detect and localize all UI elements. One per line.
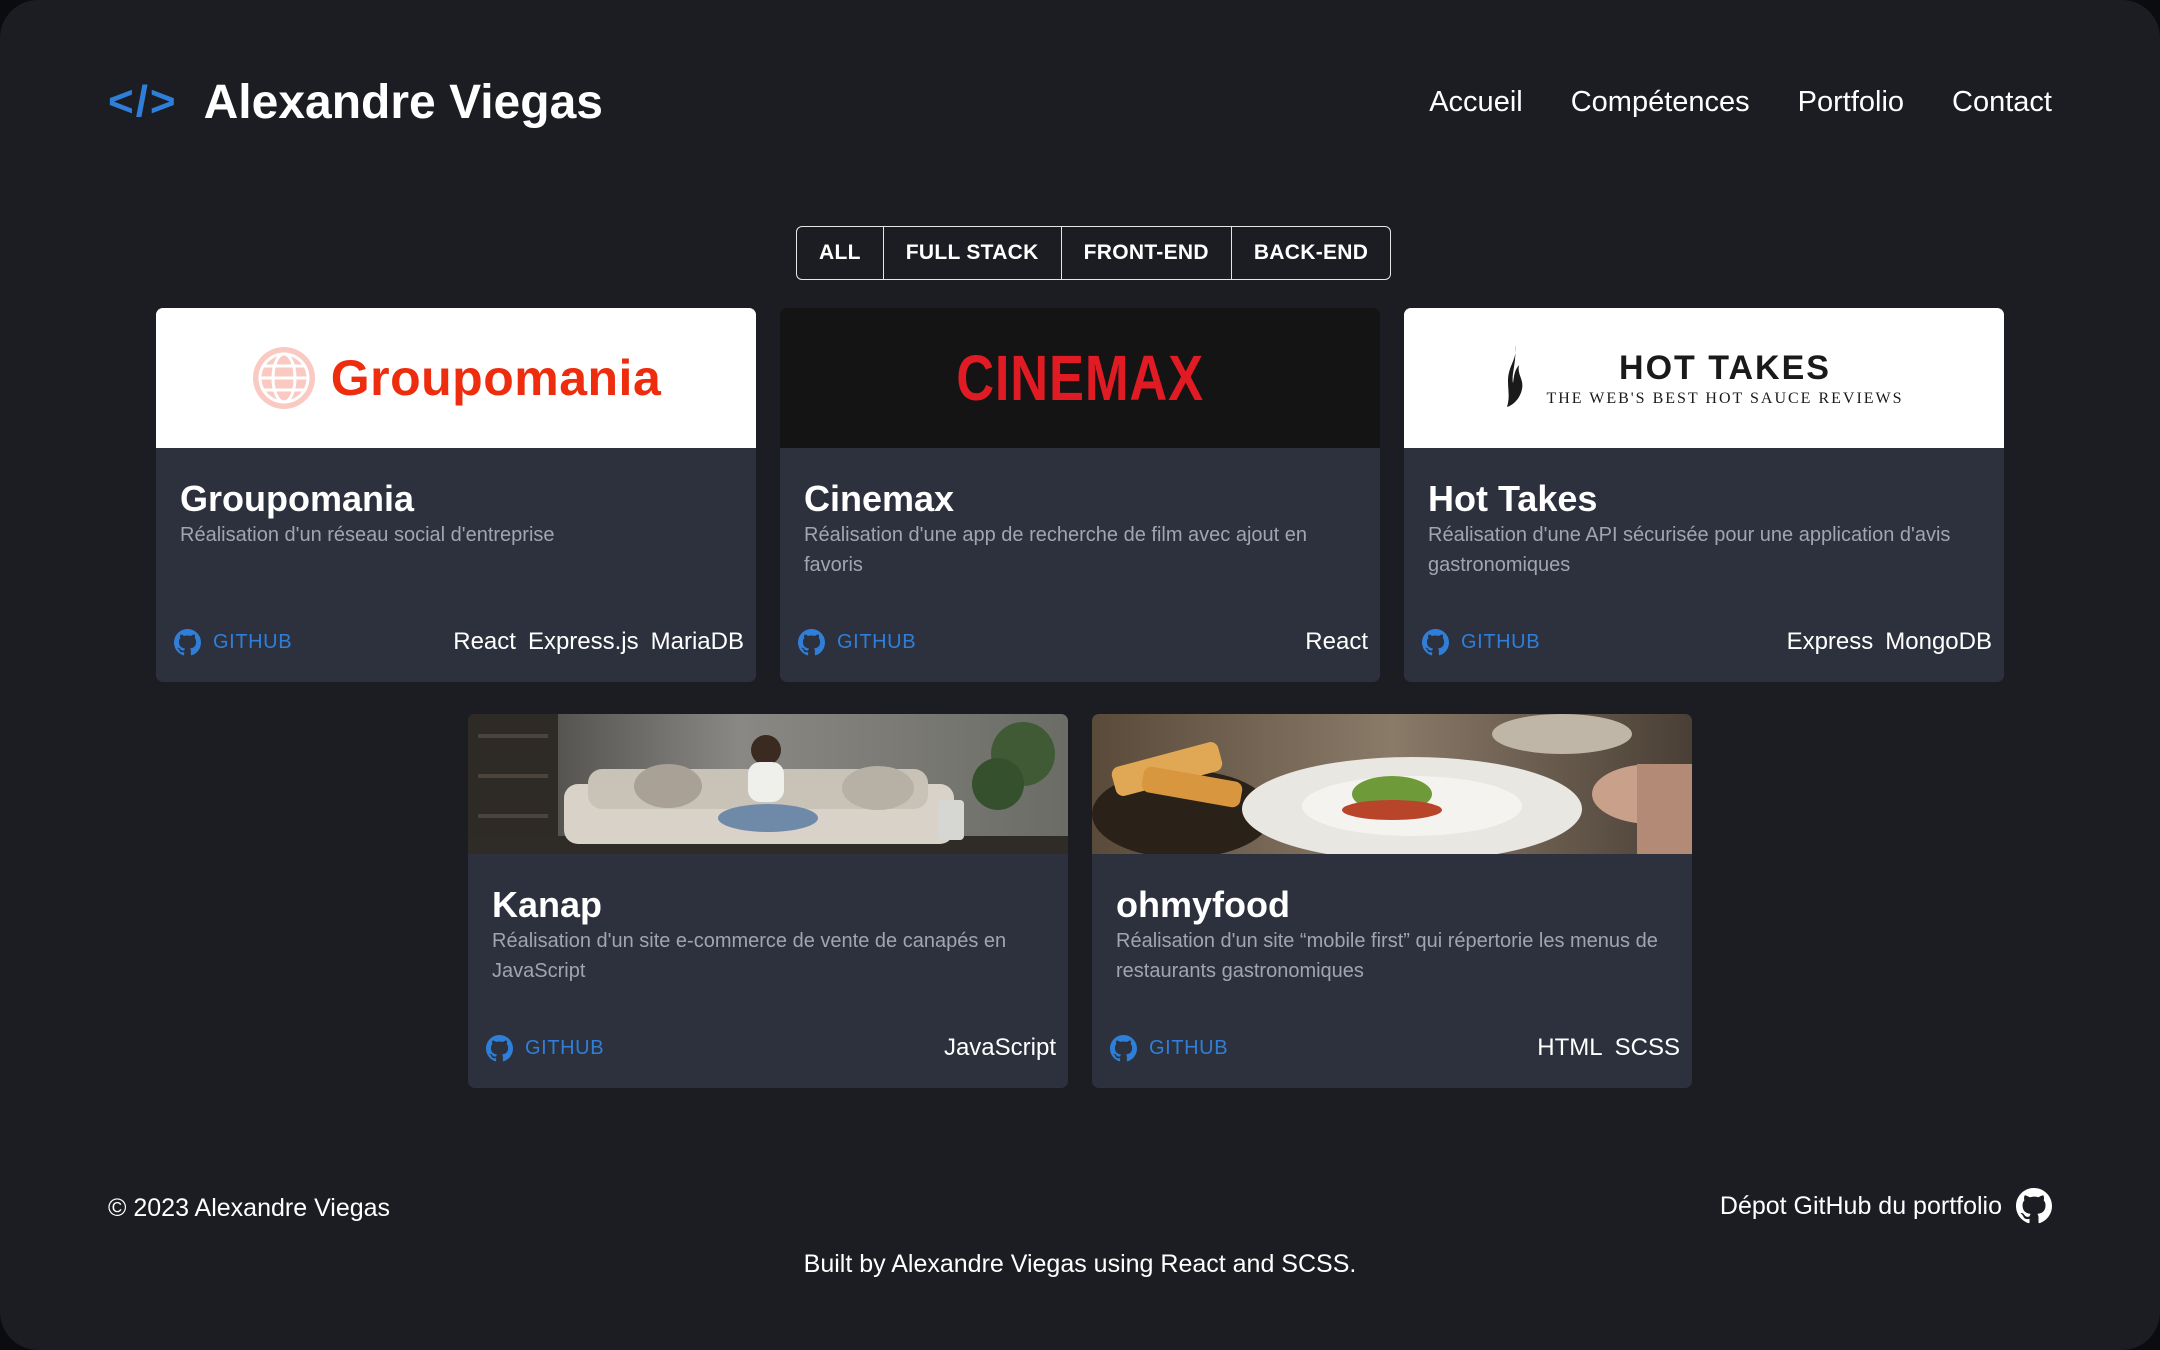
project-description: Réalisation d'un site “mobile first” qui… [1116,930,1658,982]
filter-full-stack-button[interactable]: FULL STACK [884,227,1062,279]
cinemax-logo-text: CINEMAX [956,342,1204,414]
main-nav: Accueil Compétences Portfolio Contact [1429,86,2052,119]
portfolio-repo-label: Dépot GitHub du portfolio [1719,1191,2002,1220]
nav-portfolio[interactable]: Portfolio [1798,86,1904,119]
tech-tag: HTML [1537,1034,1603,1061]
filter-back-end-button[interactable]: BACK-END [1232,227,1390,279]
project-card-groupomania: Groupomania Groupomania Réalisation d'un… [156,308,756,682]
tech-tags: React [1305,628,1368,656]
kanap-photo [468,714,1068,854]
github-icon [174,628,201,655]
hot-takes-logo-title: HOT TAKES [1619,348,1831,387]
filter-front-end-button[interactable]: FRONT-END [1062,227,1232,279]
built-by-credit: Built by Alexandre Viegas using React an… [803,1250,1357,1278]
nav-competences[interactable]: Compétences [1571,86,1750,119]
project-description: Réalisation d'une API sécurisée pour une… [1428,524,1951,576]
project-description: Réalisation d'un réseau social d'entrepr… [180,524,555,546]
groupomania-logo-text: Groupomania [330,350,662,406]
project-footer: GITHUB HTML SCSS [1110,1032,1680,1064]
project-title: Hot Takes [1428,478,1598,519]
ohmyfood-photo [1092,714,1692,854]
tech-tag: Express.js [527,628,639,655]
tech-tags: React Express.js MariaDB [453,628,744,656]
github-icon [2016,1188,2052,1224]
github-link[interactable]: GITHUB [798,628,917,656]
cinemax-logo: CINEMAX [780,308,1380,448]
project-title: ohmyfood [1116,884,1290,925]
github-link[interactable]: GITHUB [486,1034,605,1062]
site-name: Alexandre Viegas [203,75,603,129]
copyright: © 2023 Alexandre Viegas [108,1194,391,1222]
project-filter-group: ALL FULL STACK FRONT-END BACK-END [796,226,1392,280]
filter-all-button[interactable]: ALL [797,227,884,279]
brand[interactable]: </> Alexandre Viegas [108,75,603,130]
project-footer: GITHUB React [798,626,1368,658]
tech-tag: React [1305,628,1368,655]
tech-tags: HTML SCSS [1537,1034,1680,1062]
project-description: Réalisation d'une app de recherche de fi… [804,524,1308,576]
project-footer: GITHUB Express MongoDB [1422,626,1992,658]
portfolio-page: </> Alexandre Viegas Accueil Compétences… [0,0,2160,1350]
project-card-kanap: Kanap Réalisation d'un site e-commerce d… [468,714,1068,1088]
github-icon [486,1034,513,1061]
github-link[interactable]: GITHUB [174,628,293,656]
nav-accueil[interactable]: Accueil [1429,86,1523,119]
project-footer: GITHUB React Express.js MariaDB [174,626,744,658]
tech-tags: Express MongoDB [1787,628,1992,656]
tech-tag: JavaScript [943,1034,1056,1061]
github-link-label: GITHUB [213,630,293,653]
project-card-ohmyfood: ohmyfood Réalisation d'un site “mobile f… [1092,714,1692,1088]
nav-contact[interactable]: Contact [1952,86,2052,119]
tech-tag: Express [1786,628,1874,655]
code-icon: </> [108,77,178,126]
project-card-hot-takes: HOT TAKES THE WEB'S BEST HOT SAUCE REVIE… [1404,308,2004,682]
github-icon [1422,628,1449,655]
header: </> Alexandre Viegas Accueil Compétences… [108,70,2052,134]
flame-icon [1507,345,1523,407]
tech-tag: MariaDB [650,628,744,655]
github-link-label: GITHUB [837,630,917,653]
project-title: Cinemax [804,478,955,519]
tech-tag: SCSS [1614,1034,1680,1061]
portfolio-repo-link[interactable]: Dépot GitHub du portfolio [1720,1188,2052,1224]
tech-tag: MongoDB [1885,628,1992,655]
github-link-label: GITHUB [1149,1036,1229,1059]
tech-tags: JavaScript [944,1034,1056,1062]
github-icon [798,628,825,655]
github-icon [1110,1034,1137,1061]
github-link-label: GITHUB [1461,630,1541,653]
project-description: Réalisation d'un site e-commerce de vent… [492,930,1007,982]
project-footer: GITHUB JavaScript [486,1032,1056,1064]
hot-takes-logo-subtitle: THE WEB'S BEST HOT SAUCE REVIEWS [1546,389,1904,407]
project-title: Kanap [492,884,603,925]
github-link[interactable]: GITHUB [1422,628,1541,656]
groupomania-logo: Groupomania [156,308,756,448]
github-link[interactable]: GITHUB [1110,1034,1229,1062]
github-link-label: GITHUB [525,1036,605,1059]
project-title: Groupomania [180,478,415,519]
tech-tag: React [453,628,516,655]
project-card-cinemax: CINEMAX Cinemax Réalisation d'une app de… [780,308,1380,682]
globe-icon [252,347,315,409]
hot-takes-logo: HOT TAKES THE WEB'S BEST HOT SAUCE REVIE… [1404,308,2004,448]
